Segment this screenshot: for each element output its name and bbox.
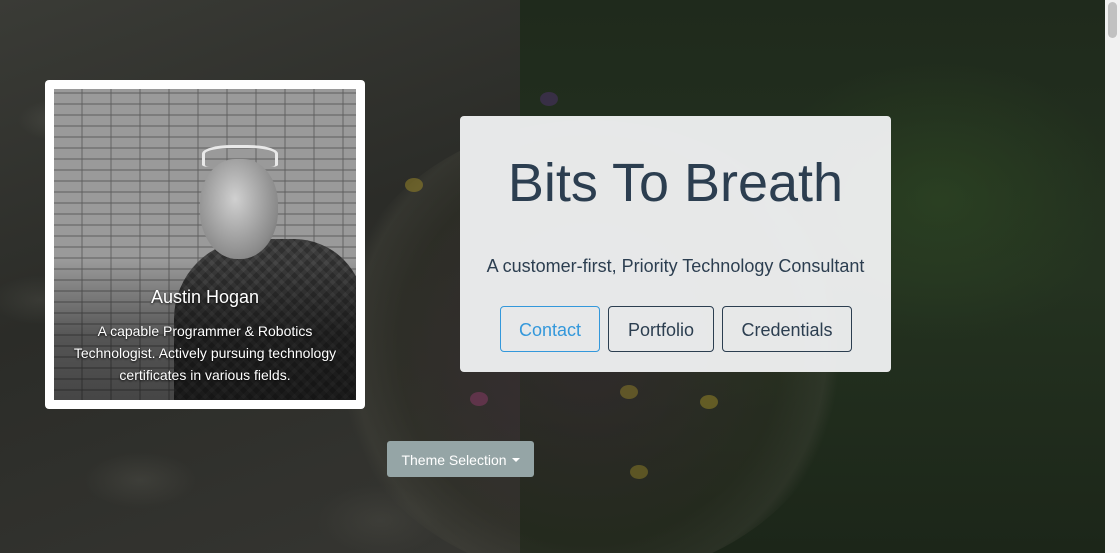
scrollbar-thumb[interactable] (1108, 2, 1117, 38)
profile-card: Austin Hogan A capable Programmer & Robo… (45, 80, 365, 409)
theme-selection-dropdown[interactable]: Theme Selection (387, 441, 534, 477)
background-flower (700, 395, 718, 409)
page: Austin Hogan A capable Programmer & Robo… (0, 0, 1120, 553)
credentials-button[interactable]: Credentials (722, 306, 852, 352)
portfolio-button[interactable]: Portfolio (608, 306, 714, 352)
background-flower (620, 385, 638, 399)
sunglasses (202, 145, 278, 167)
theme-selection-label: Theme Selection (401, 452, 507, 468)
profile-bio: A capable Programmer & Robotics Technolo… (73, 323, 337, 383)
background-flower (470, 392, 488, 406)
background-flower (630, 465, 648, 479)
site-tagline: A customer-first, Priority Technology Co… (486, 256, 865, 276)
hero-panel: Bits To Breath A customer-first, Priorit… (460, 116, 891, 372)
vertical-scrollbar[interactable] (1105, 0, 1120, 553)
background-flower (405, 178, 423, 192)
profile-name: Austin Hogan (150, 287, 260, 307)
background-flower (540, 92, 558, 106)
portrait-head (200, 159, 278, 259)
contact-button[interactable]: Contact (500, 306, 600, 352)
profile-photo: Austin Hogan A capable Programmer & Robo… (54, 89, 356, 400)
caret-down-icon (511, 458, 520, 462)
site-title: Bits To Breath (507, 153, 844, 213)
